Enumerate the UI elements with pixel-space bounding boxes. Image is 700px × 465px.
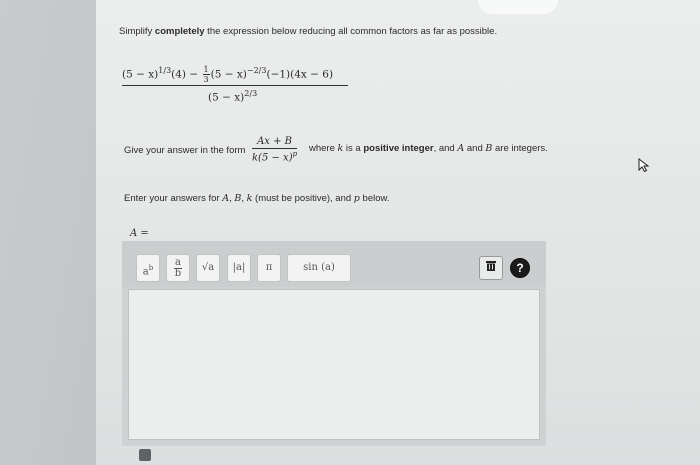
- instruction-simplify: Simplify completely the expression below…: [119, 26, 498, 37]
- screen-glare: [478, 0, 558, 14]
- math-toolbar: ab a b √a |a| π sin (a) ?: [122, 241, 546, 287]
- trash-icon: [486, 261, 496, 271]
- trash-button[interactable]: [479, 256, 503, 280]
- instruction-enter-answers: Enter your answers for A, B, k (must be …: [124, 193, 390, 204]
- answer-input-area[interactable]: [128, 289, 540, 440]
- math-answer-editor: ab a b √a |a| π sin (a) ?: [122, 241, 546, 446]
- help-button[interactable]: ?: [510, 258, 530, 278]
- instruction-answer-form-conditions: where k is a positive integer, and A and…: [309, 143, 548, 154]
- expression-fraction-bar: [122, 85, 348, 86]
- instruction-answer-form-label: Give your answer in the form: [124, 145, 246, 156]
- answer-form-fraction: Ax + B k(5 − x)p: [252, 136, 298, 164]
- sine-button[interactable]: sin (a): [287, 254, 351, 282]
- expression-denominator: (5 − x)2/3: [208, 89, 258, 104]
- absolute-value-button[interactable]: |a|: [227, 254, 251, 282]
- one-third-fraction: 13: [202, 65, 210, 84]
- expression-to-simplify: (5 − x)1/3(4) − 1 3 (5 − x)−2/3(−1)(4x − 6…: [122, 62, 352, 114]
- help-icon: ?: [516, 261, 524, 275]
- power-button[interactable]: ab: [136, 254, 160, 282]
- square-root-button[interactable]: √a: [196, 254, 220, 282]
- mouse-cursor-icon: [638, 158, 650, 172]
- expression-numerator: (5 − x)1/3(4) − 1 3 (5 − x)−2/3(−1)(4x − 6…: [122, 65, 334, 84]
- corner-widget-icon: [139, 449, 151, 461]
- pi-button[interactable]: π: [257, 254, 281, 282]
- answer-label-a: A =: [130, 228, 149, 239]
- fraction-button[interactable]: a b: [166, 254, 190, 282]
